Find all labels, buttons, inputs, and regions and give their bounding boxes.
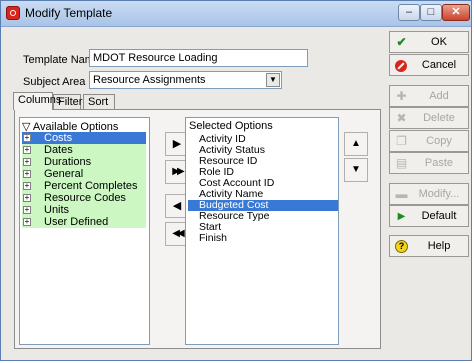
expand-plus-icon[interactable]: +: [23, 182, 31, 190]
modify-icon: ▬: [395, 187, 408, 201]
template-name-input[interactable]: MDOT Resource Loading: [89, 49, 308, 67]
expand-plus-icon[interactable]: +: [23, 206, 31, 214]
tree-item-label: Units: [44, 204, 70, 216]
default-button[interactable]: ▶ Default: [389, 205, 469, 227]
tree-item-percent-completes[interactable]: + Percent Completes: [22, 180, 146, 192]
delete-label: Delete: [423, 112, 455, 124]
cancel-label: Cancel: [421, 59, 457, 71]
copy-icon: ❐: [396, 134, 407, 148]
tree-item-costs[interactable]: + Costs: [22, 132, 146, 144]
modify-template-dialog: Modify Template – □ ✕ Template Name MDOT…: [0, 0, 472, 361]
maximize-button[interactable]: □: [420, 4, 442, 21]
paste-button[interactable]: ▤ Paste: [389, 152, 469, 174]
ok-label: OK: [431, 36, 447, 48]
chevron-down-icon[interactable]: ▼: [266, 73, 280, 87]
tree-item-dates[interactable]: + Dates: [22, 144, 146, 156]
tree-item-label: Percent Completes: [44, 180, 138, 192]
tree-item-durations[interactable]: + Durations: [22, 156, 146, 168]
expand-plus-icon[interactable]: +: [23, 158, 31, 166]
cancel-button[interactable]: Cancel: [389, 54, 469, 76]
cancel-icon: [395, 60, 407, 72]
default-label: Default: [421, 210, 457, 222]
tree-item-resource-codes[interactable]: + Resource Codes: [22, 192, 146, 204]
help-icon: ?: [395, 240, 408, 253]
delete-button[interactable]: ✖ Delete: [389, 107, 469, 129]
tree-item-label: User Defined: [44, 216, 109, 228]
expand-plus-icon[interactable]: +: [23, 194, 31, 202]
expand-plus-icon[interactable]: +: [23, 170, 31, 178]
subject-area-dropdown[interactable]: Resource Assignments ▼: [89, 71, 282, 89]
move-up-button[interactable]: ▲: [344, 132, 368, 156]
tree-item-label: Resource Codes: [44, 192, 126, 204]
subject-area-value: Resource Assignments: [93, 74, 206, 86]
tab-columns[interactable]: Columns: [13, 92, 61, 110]
app-logo-icon: [6, 6, 20, 20]
ok-button[interactable]: ✔ OK: [389, 31, 469, 53]
add-label: Add: [429, 90, 449, 102]
available-options-tree[interactable]: ▽ Available Options + Costs + Dates + Durat…: [19, 117, 150, 345]
minimize-button[interactable]: –: [398, 4, 420, 21]
expand-plus-icon[interactable]: +: [23, 146, 31, 154]
window-title: Modify Template: [25, 6, 113, 20]
add-icon: ✚: [396, 89, 407, 103]
copy-button[interactable]: ❐ Copy: [389, 130, 469, 152]
close-button[interactable]: ✕: [442, 4, 470, 21]
add-button[interactable]: ✚ Add: [389, 85, 469, 107]
move-down-button[interactable]: ▼: [344, 158, 368, 182]
help-button[interactable]: ? Help: [389, 235, 469, 257]
paste-label: Paste: [424, 157, 454, 169]
tree-item-units[interactable]: + Units: [22, 204, 146, 216]
tree-item-label: Durations: [44, 156, 92, 168]
subject-area-label: Subject Area: [23, 76, 86, 88]
title-bar[interactable]: Modify Template – □ ✕: [1, 1, 471, 27]
expand-plus-icon[interactable]: +: [23, 134, 31, 142]
copy-label: Copy: [426, 135, 452, 147]
modify-button[interactable]: ▬ Modify...: [389, 183, 469, 205]
tree-item-label: Costs: [44, 132, 73, 144]
tab-sort[interactable]: Sort: [83, 94, 115, 109]
modify-label: Modify...: [418, 188, 460, 200]
columns-tab-panel: ▽ Available Options + Costs + Dates + Durat…: [14, 109, 381, 349]
list-item[interactable]: Finish: [188, 233, 338, 244]
selected-options-list[interactable]: Selected Options Activity ID Activity St…: [185, 117, 339, 345]
paste-icon: ▤: [395, 156, 408, 170]
help-label: Help: [427, 240, 451, 252]
tree-item-label: General: [44, 168, 84, 180]
selected-options-header: Selected Options: [189, 120, 273, 132]
tree-item-user-defined[interactable]: + User Defined: [22, 216, 146, 228]
delete-icon: ✖: [396, 111, 407, 125]
expand-plus-icon[interactable]: +: [23, 218, 31, 226]
tree-item-label: Dates: [44, 144, 73, 156]
tree-item-general[interactable]: + General: [22, 168, 146, 180]
checkmark-icon: ✔: [396, 35, 407, 49]
play-arrow-icon: ▶: [397, 211, 406, 222]
